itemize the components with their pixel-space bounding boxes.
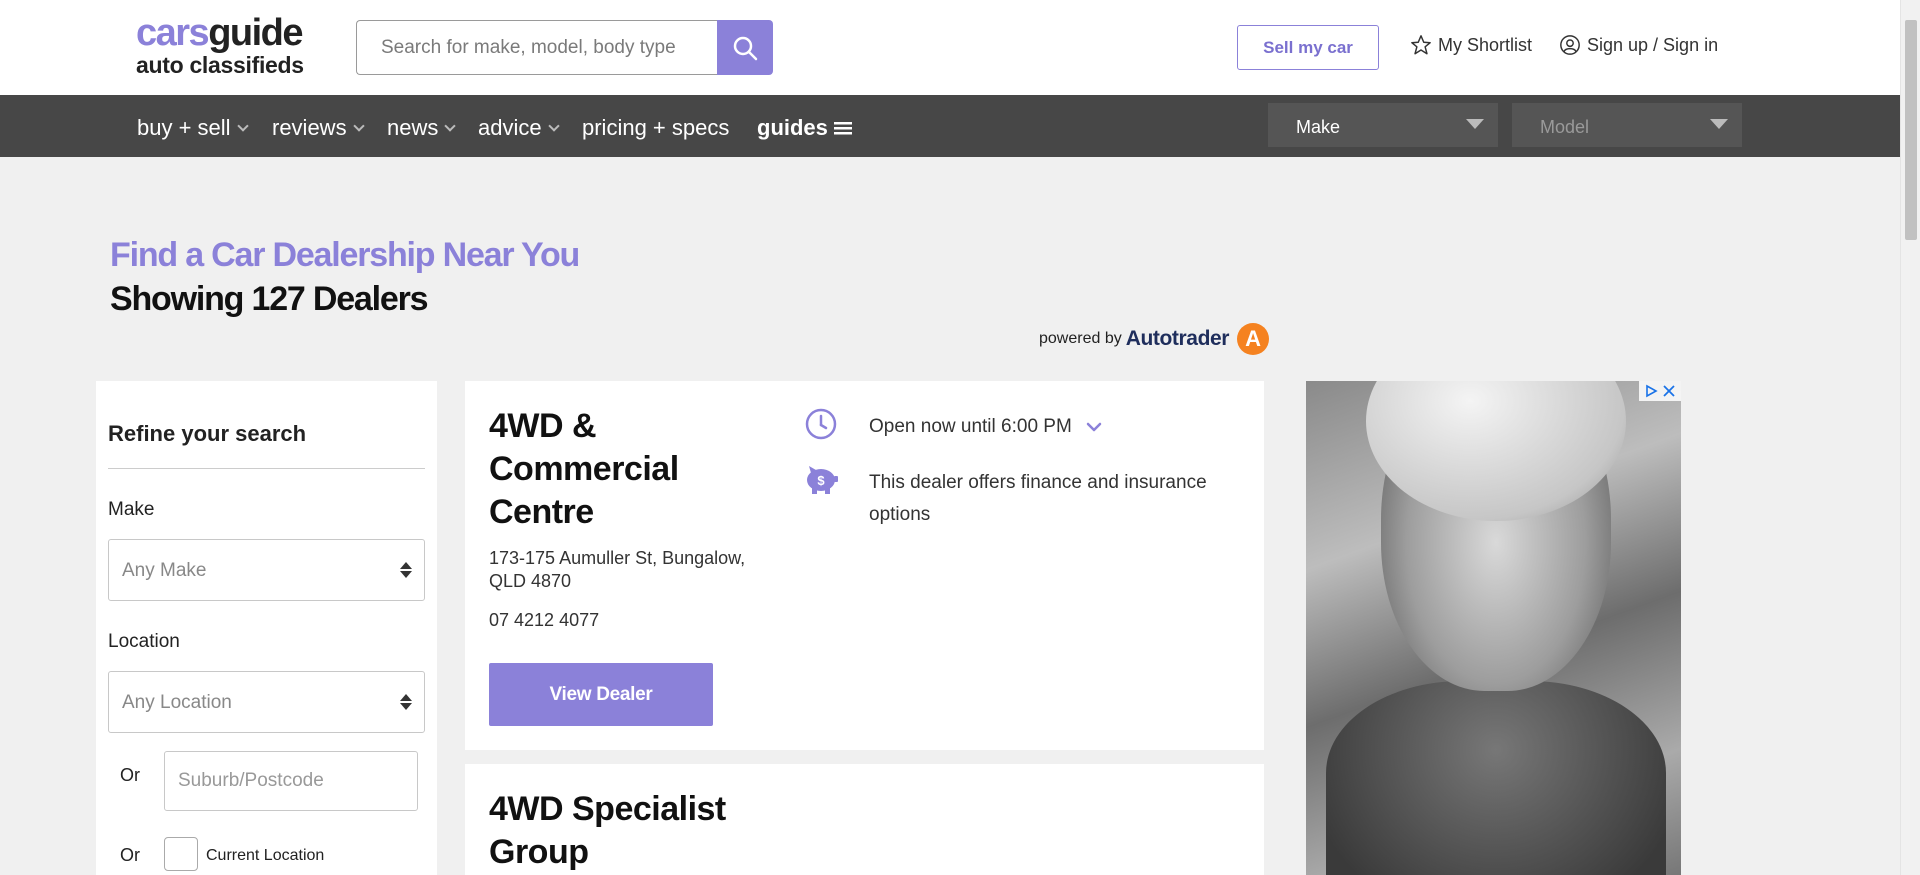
dealer-address: 173-175 Aumuller St, Bungalow, QLD 4870 [489, 548, 746, 591]
nav-make-select-value: Make [1296, 117, 1341, 137]
chevron-down-icon [444, 120, 457, 132]
suburb-postcode-input[interactable] [164, 751, 418, 811]
my-shortlist-label: My Shortlist [1438, 34, 1533, 55]
search-input[interactable] [356, 20, 718, 75]
nav-make-select[interactable]: Make [1268, 103, 1498, 147]
star-icon [1411, 35, 1431, 55]
chevron-down-icon [352, 120, 365, 132]
svg-text:$: $ [817, 473, 825, 488]
current-location-label: Current Location [206, 847, 325, 864]
make-label: Make [108, 499, 155, 520]
view-dealer-button[interactable]: View Dealer [489, 663, 713, 726]
nav-news[interactable]: news [387, 115, 457, 141]
search-bar [356, 20, 773, 75]
ad-choices-badge[interactable] [1639, 381, 1681, 401]
site-header: carsguide auto classifieds Sell my car M… [0, 0, 1900, 95]
search-button[interactable] [717, 20, 773, 75]
nav-news-label: news [387, 115, 439, 140]
chevron-down-icon [236, 120, 249, 132]
select-arrows-icon [400, 562, 412, 578]
page-title: Find a Car Dealership Near You [110, 236, 580, 274]
nav-model-select-value: Model [1540, 117, 1590, 137]
sign-in-link[interactable]: Sign up / Sign in [1559, 34, 1718, 56]
opening-hours-toggle[interactable]: Open now until 6:00 PM [869, 416, 1102, 438]
current-location-checkbox[interactable] [164, 837, 198, 871]
sign-in-label: Sign up / Sign in [1587, 34, 1719, 55]
logo-cars-text: cars [136, 12, 210, 54]
location-select-value: Any Location [122, 692, 232, 713]
main-nav: buy + sell reviews news advice pricing +… [0, 95, 1900, 157]
close-icon[interactable] [1661, 383, 1677, 399]
divider [108, 468, 425, 469]
powered-by-label: powered by [1039, 330, 1122, 347]
finance-insurance-text: This dealer offers finance and insurance… [869, 472, 1207, 525]
clock-icon [805, 408, 837, 440]
dealer-name[interactable]: 4WD & Commercial Centre [489, 405, 779, 534]
ad-choices-icon [1646, 384, 1658, 398]
carsguide-logo[interactable]: carsguide auto classifieds [136, 14, 304, 78]
nav-buy-sell[interactable]: buy + sell [137, 115, 249, 141]
autotrader-logo-icon: A [1237, 323, 1270, 355]
page-scrollbar[interactable] [1900, 0, 1920, 875]
nav-reviews[interactable]: reviews [272, 115, 365, 141]
dealer-phone[interactable]: 07 4212 4077 [489, 610, 599, 631]
or-label: Or [120, 765, 140, 785]
nav-reviews-label: reviews [272, 115, 347, 140]
user-icon [1560, 35, 1580, 55]
chevron-down-icon [547, 120, 560, 132]
opening-hours-text: Open now until 6:00 PM [869, 416, 1072, 437]
nav-model-select[interactable]: Model [1512, 103, 1742, 147]
dealer-name[interactable]: 4WD Specialist Group [489, 788, 779, 874]
select-arrows-icon [400, 694, 412, 710]
location-select[interactable]: Any Location [108, 671, 425, 733]
hamburger-menu-icon [833, 122, 852, 135]
dropdown-arrow-icon [1710, 119, 1728, 129]
make-select[interactable]: Any Make [108, 539, 425, 601]
nav-buy-sell-label: buy + sell [137, 115, 231, 140]
powered-by-autotrader: powered by Autotrader A [1039, 323, 1270, 355]
nav-pricing-specs-label: pricing + specs [582, 115, 730, 140]
dealer-count-heading: Showing 127 Dealers [110, 280, 429, 318]
nav-pricing-specs[interactable]: pricing + specs [582, 115, 729, 141]
chevron-down-icon [1086, 422, 1102, 432]
dealer-card: 4WD & Commercial Centre 173-175 Aumuller… [465, 381, 1264, 750]
search-icon [733, 36, 758, 60]
sell-my-car-button[interactable]: Sell my car [1237, 25, 1379, 70]
or-label: Or [120, 845, 140, 865]
dropdown-arrow-icon [1466, 119, 1484, 129]
ad-photo-swimsuit [1326, 681, 1666, 875]
piggy-bank-icon: $ [807, 466, 838, 494]
scrollbar-thumb[interactable] [1905, 20, 1917, 240]
refine-search-title: Refine your search [108, 421, 307, 446]
nav-advice-label: advice [478, 115, 542, 140]
my-shortlist-link[interactable]: My Shortlist [1410, 34, 1532, 56]
autotrader-brand: Autotrader [1125, 327, 1230, 350]
logo-tagline: auto classifieds [136, 52, 304, 78]
make-select-value: Any Make [122, 560, 207, 581]
location-label: Location [108, 631, 180, 652]
nav-guides[interactable]: guides [757, 115, 852, 141]
nav-advice[interactable]: advice [478, 115, 560, 141]
dealer-card: 4WD Specialist Group [465, 764, 1264, 875]
logo-guide-text: guide [208, 12, 303, 54]
advertisement-image[interactable] [1306, 381, 1681, 875]
nav-guides-label: guides [757, 115, 828, 140]
refine-search-panel: Refine your search Make Any Make Locatio… [96, 381, 437, 875]
